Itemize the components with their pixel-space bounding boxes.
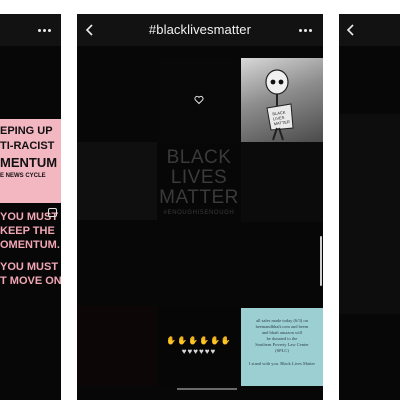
scrollbar[interactable] <box>320 236 322 286</box>
blm-text-post[interactable]: BLACK LIVES MATTER #ENOUGHISENOUGH <box>159 144 239 222</box>
chevron-left-icon[interactable] <box>344 23 358 37</box>
dark-post[interactable] <box>241 142 323 222</box>
dark-post[interactable] <box>77 142 157 220</box>
blm-line: BLACK <box>166 147 232 168</box>
hearts-row: ♥♥♥♥♥♥ <box>181 347 217 356</box>
more-horizontal-icon[interactable] <box>38 29 52 33</box>
figure-illustration <box>265 69 294 141</box>
heart-post[interactable] <box>159 58 239 143</box>
message-line: YOU MUST <box>0 261 59 273</box>
center-phone-screen: #blacklivesmatter BLACK LIVES MATTER BLA… <box>77 14 323 400</box>
raised-hands-post[interactable]: ✋✋✋✋✋✋ ♥♥♥♥♥♥ <box>159 306 239 386</box>
multi-image-icon <box>48 208 57 217</box>
blm-drawing-post[interactable]: BLACK LIVES MATTER <box>241 58 323 142</box>
momentum-message-post[interactable]: YOU MUST KEEP THE OMENTUM. YOU MUST T MO… <box>0 206 61 286</box>
poster-line: MENTUM <box>0 155 58 170</box>
left-phone-screen: EPING UP TI-RACIST MENTUM E NEWS CYCLE Y… <box>0 14 61 400</box>
more-horizontal-icon[interactable] <box>299 29 313 33</box>
message-line: OMENTUM. <box>0 239 60 251</box>
drawing-sign-text: BLACK LIVES MATTER <box>272 109 291 127</box>
hashtag-title: #blacklivesmatter <box>148 22 252 37</box>
right-phone-screen <box>339 14 400 400</box>
note-line: I stand with you. Black Lives Matter <box>248 361 316 366</box>
dark-post[interactable] <box>339 114 400 314</box>
message-line: T MOVE ON. <box>0 275 61 286</box>
blm-line: MATTER <box>159 187 239 208</box>
left-header <box>0 14 61 46</box>
message-line: KEEP THE <box>0 225 55 237</box>
dark-post[interactable] <box>77 306 157 386</box>
poster-line: E NEWS CYCLE <box>0 173 46 179</box>
donation-note-post[interactable]: all sales made today (6/3) on beemandbha… <box>241 308 323 386</box>
blm-hashtag: #ENOUGHISENOUGH <box>163 210 235 216</box>
blm-line: LIVES <box>170 167 228 188</box>
right-header <box>339 14 400 46</box>
home-indicator <box>177 388 237 390</box>
raised-hands-row: ✋✋✋✋✋✋ <box>166 336 232 345</box>
poster-line: EPING UP <box>0 125 53 137</box>
heart-outline-icon <box>194 95 204 105</box>
anti-racist-poster[interactable]: EPING UP TI-RACIST MENTUM E NEWS CYCLE <box>0 119 61 203</box>
poster-line: TI-RACIST <box>0 140 55 152</box>
hashtag-header: #blacklivesmatter <box>77 14 323 46</box>
